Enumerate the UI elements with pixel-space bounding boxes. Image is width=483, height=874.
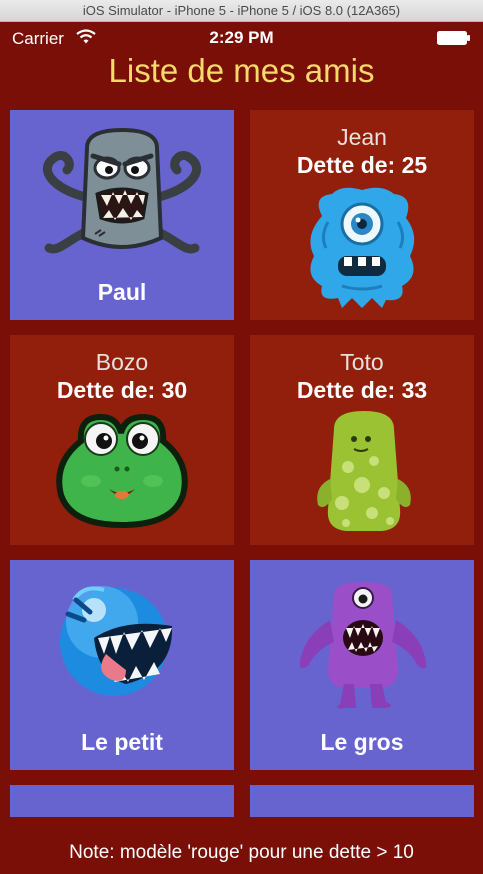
blue-fanged-ball-icon [60, 586, 173, 696]
friend-tile-jean[interactable]: Jean Dette de: 25 [250, 110, 474, 320]
friend-debt: Dette de: 30 [56, 377, 188, 403]
friend-name: Le gros [320, 729, 404, 755]
friend-name: Paul [97, 279, 147, 305]
friend-tile-paul[interactable]: Paul [10, 110, 234, 320]
green-frog-monster-icon [56, 413, 188, 529]
friend-tile-toto[interactable]: Toto Dette de: 33 [250, 335, 474, 545]
zombie-monster-icon [42, 128, 202, 254]
friend-name: Bozo [95, 349, 149, 375]
page-title: Liste de mes amis [108, 52, 375, 89]
friend-tile-partial-left[interactable] [10, 785, 234, 817]
green-spotted-monster-icon [317, 411, 411, 531]
status-time: 2:29 PM [209, 28, 274, 47]
iphone-screen: Carrier 2:29 PM Liste de mes amis Paul J… [0, 22, 483, 874]
friend-name: Le petit [81, 729, 163, 755]
friend-tile-le-petit[interactable]: Le petit [10, 560, 234, 770]
furry-blue-cyclops-icon [310, 187, 415, 308]
friend-debt: Dette de: 25 [296, 152, 428, 178]
friend-name: Toto [340, 349, 384, 375]
friend-tile-le-gros[interactable]: Le gros [250, 560, 474, 770]
friend-name: Jean [337, 124, 387, 150]
friend-tile-partial-right[interactable] [250, 785, 474, 817]
status-bar: Carrier 2:29 PM [0, 22, 483, 55]
purple-cyclops-monster-icon [299, 582, 427, 709]
battery-icon [437, 31, 470, 45]
friend-debt: Dette de: 33 [296, 377, 428, 403]
footer-note: Note: modèle 'rouge' pour une dette > 10 [69, 842, 414, 863]
friend-tile-bozo[interactable]: Bozo Dette de: 30 [10, 335, 234, 545]
simulator-window-title: iOS Simulator - iPhone 5 - iPhone 5 / iO… [0, 0, 483, 22]
